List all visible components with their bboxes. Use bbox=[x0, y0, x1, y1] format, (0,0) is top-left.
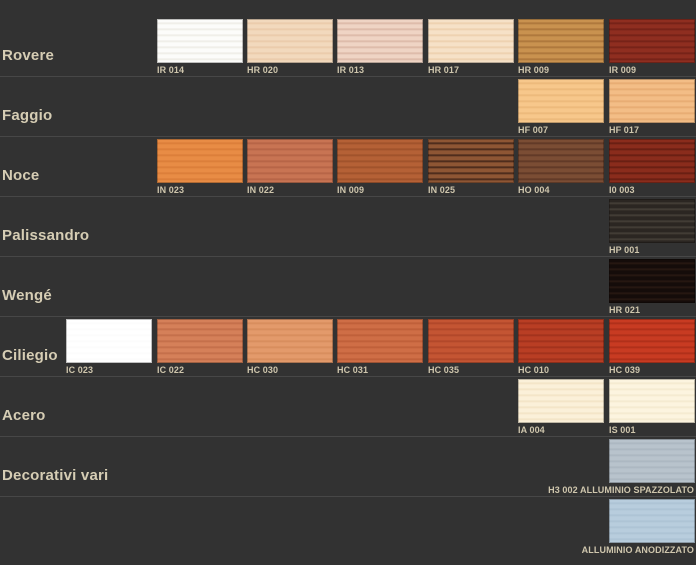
swatch-code: HO 004 bbox=[518, 185, 550, 195]
swatch-code: IN 022 bbox=[247, 185, 275, 195]
swatch-code: HF 017 bbox=[609, 125, 640, 135]
swatch-code: I0 003 bbox=[609, 185, 635, 195]
row-label: Acero bbox=[2, 407, 46, 424]
wood-swatch[interactable] bbox=[609, 199, 695, 243]
wood-swatch[interactable] bbox=[609, 259, 695, 303]
row-divider bbox=[0, 496, 696, 497]
swatch-code: ALLUMINIO ANODIZZATO bbox=[581, 545, 694, 555]
swatch-code: IN 025 bbox=[428, 185, 456, 195]
swatch-code: IA 004 bbox=[518, 425, 545, 435]
row-label: Rovere bbox=[2, 47, 55, 64]
swatch-code: HC 039 bbox=[609, 365, 641, 375]
wood-swatch[interactable] bbox=[518, 379, 604, 423]
swatch-code: IC 023 bbox=[66, 365, 94, 375]
row-divider bbox=[0, 136, 696, 137]
row-label: Noce bbox=[2, 167, 40, 184]
wood-swatch[interactable] bbox=[247, 139, 333, 183]
wood-swatch[interactable] bbox=[609, 139, 695, 183]
swatch-code: IS 001 bbox=[609, 425, 636, 435]
wood-swatch[interactable] bbox=[247, 319, 333, 363]
wood-swatch[interactable] bbox=[157, 19, 243, 63]
wood-swatch[interactable] bbox=[609, 439, 695, 483]
swatch-code: IR 009 bbox=[609, 65, 637, 75]
row-label: Faggio bbox=[2, 107, 53, 124]
swatch-code: HF 007 bbox=[518, 125, 549, 135]
swatch-code: IR 014 bbox=[157, 65, 185, 75]
swatch-code: IC 022 bbox=[157, 365, 185, 375]
wood-swatch[interactable] bbox=[337, 319, 423, 363]
wood-swatch[interactable] bbox=[609, 79, 695, 123]
row-label: Palissandro bbox=[2, 227, 90, 244]
wood-swatch[interactable] bbox=[66, 319, 152, 363]
wood-swatch[interactable] bbox=[337, 139, 423, 183]
row-divider bbox=[0, 76, 696, 77]
swatch-code: HR 017 bbox=[428, 65, 460, 75]
wood-swatch[interactable] bbox=[518, 319, 604, 363]
swatch-code: IR 013 bbox=[337, 65, 365, 75]
wood-swatch[interactable] bbox=[247, 19, 333, 63]
wood-swatch[interactable] bbox=[337, 19, 423, 63]
swatch-code: HC 010 bbox=[518, 365, 550, 375]
swatch-code: HC 030 bbox=[247, 365, 279, 375]
wood-swatch[interactable] bbox=[609, 499, 695, 543]
row-label: Ciliegio bbox=[2, 347, 58, 364]
wood-swatch[interactable] bbox=[518, 139, 604, 183]
swatch-code: H3 002 ALLUMINIO SPAZZOLATO bbox=[548, 485, 694, 495]
swatch-code: HR 009 bbox=[518, 65, 550, 75]
swatch-code: HC 031 bbox=[337, 365, 369, 375]
row-divider bbox=[0, 436, 696, 437]
wood-swatch[interactable] bbox=[157, 319, 243, 363]
row-label: Wengé bbox=[2, 287, 52, 304]
row-divider bbox=[0, 316, 696, 317]
row-divider bbox=[0, 256, 696, 257]
wood-swatch[interactable] bbox=[609, 379, 695, 423]
wood-swatch[interactable] bbox=[428, 19, 514, 63]
swatch-code: HR 020 bbox=[247, 65, 279, 75]
wood-swatch[interactable] bbox=[518, 19, 604, 63]
swatch-code: HR 021 bbox=[609, 305, 641, 315]
wood-swatch[interactable] bbox=[428, 139, 514, 183]
color-catalog: Rovere IR 014 HR 020 IR 013 HR 017 HR 009 IR 0… bbox=[0, 0, 696, 565]
row-label: Decorativi vari bbox=[2, 467, 109, 484]
wood-swatch[interactable] bbox=[157, 139, 243, 183]
wood-swatch[interactable] bbox=[428, 319, 514, 363]
row-divider bbox=[0, 196, 696, 197]
row-divider bbox=[0, 376, 696, 377]
swatch-code: HP 001 bbox=[609, 245, 640, 255]
wood-swatch[interactable] bbox=[609, 319, 695, 363]
swatch-code: IN 009 bbox=[337, 185, 365, 195]
wood-swatch[interactable] bbox=[518, 79, 604, 123]
swatch-code: IN 023 bbox=[157, 185, 185, 195]
wood-swatch[interactable] bbox=[609, 19, 695, 63]
swatch-code: HC 035 bbox=[428, 365, 460, 375]
